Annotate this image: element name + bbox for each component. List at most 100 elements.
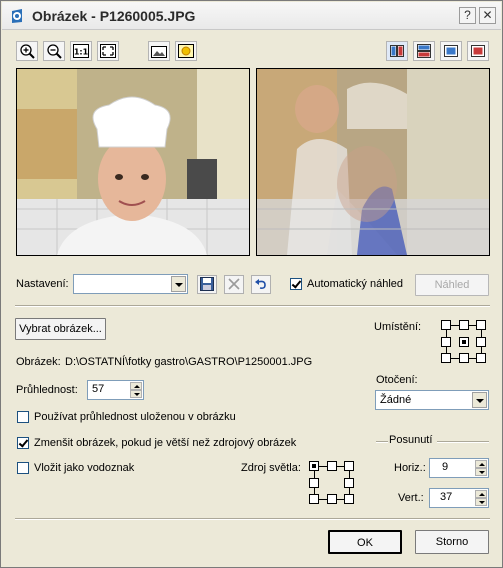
- shrink-image-label: Zmenšit obrázek, pokud je větší než zdro…: [34, 437, 297, 449]
- place-bottom-left[interactable]: [441, 353, 451, 363]
- app-icon: [12, 9, 22, 23]
- overlay-photo: [257, 69, 489, 255]
- cancel-button[interactable]: Storno: [415, 530, 489, 554]
- transparency-label: Průhlednost:: [16, 384, 78, 396]
- undo-icon: [255, 279, 266, 289]
- top-bottom-view-button[interactable]: [413, 41, 435, 61]
- delete-icon: [228, 278, 240, 290]
- zoom-in-icon: [20, 44, 35, 59]
- offset-group-label: Posunutí: [389, 434, 433, 446]
- place-left[interactable]: [441, 337, 451, 347]
- help-button[interactable]: ?: [459, 7, 476, 24]
- place-center[interactable]: [459, 337, 469, 347]
- spin-down-icon[interactable]: [475, 498, 487, 506]
- placement-grid[interactable]: [441, 320, 488, 365]
- horiz-spinner-arrows: [475, 460, 487, 476]
- save-icon: [200, 277, 214, 291]
- vert-spinner[interactable]: 37: [429, 488, 489, 508]
- zoom-out-button[interactable]: [43, 41, 65, 61]
- side-by-side-view-icon: [390, 45, 404, 57]
- chevron-down-icon[interactable]: [472, 392, 487, 408]
- separator-bottom: [15, 518, 490, 520]
- offset-group-line-right: [437, 441, 489, 443]
- spin-up-icon[interactable]: [475, 490, 487, 498]
- light-source-grid[interactable]: [309, 461, 356, 506]
- light-top[interactable]: [327, 461, 337, 471]
- offset-group-line-left: [376, 441, 388, 443]
- use-saved-transparency-label: Používat průhlednost uloženou v obrázku: [34, 411, 236, 423]
- horiz-value[interactable]: 9: [442, 461, 448, 473]
- rotation-combo[interactable]: Žádné: [375, 390, 489, 410]
- chevron-down-icon[interactable]: [171, 276, 186, 292]
- insert-watermark-label: Vložit jako vodoznak: [34, 462, 135, 474]
- insert-watermark-checkbox[interactable]: [17, 462, 29, 474]
- light-top-left[interactable]: [309, 461, 319, 471]
- place-bottom[interactable]: [459, 353, 469, 363]
- top-bottom-view-icon: [417, 44, 431, 58]
- light-top-right[interactable]: [344, 461, 354, 471]
- zoom-in-button[interactable]: [16, 41, 38, 61]
- actual-size-button[interactable]: 1:1: [70, 41, 92, 61]
- light-bottom-left[interactable]: [309, 494, 319, 504]
- actual-size-text: 1:1: [74, 48, 89, 57]
- auto-preview-label: Automatický náhled: [307, 278, 403, 290]
- side-by-side-view-button[interactable]: [386, 41, 408, 61]
- image-dialog: Obrázek - P1260005.JPG ? ✕ 1:1 Nastavení…: [0, 0, 503, 568]
- source-only-view-button[interactable]: [440, 41, 462, 61]
- settings-combo[interactable]: [73, 274, 188, 294]
- fit-to-window-button[interactable]: [97, 41, 119, 61]
- settings-label: Nastavení:: [16, 278, 69, 290]
- ok-button[interactable]: OK: [328, 530, 402, 554]
- place-top-left[interactable]: [441, 320, 451, 330]
- result-only-view-button[interactable]: [467, 41, 489, 61]
- choose-image-button[interactable]: Vybrat obrázek...: [15, 318, 106, 340]
- source-only-view-icon: [444, 45, 458, 57]
- light-bottom-right[interactable]: [344, 494, 354, 504]
- image-icon: [151, 46, 167, 58]
- light-source-label: Zdroj světla:: [241, 462, 301, 474]
- light-bottom[interactable]: [327, 494, 337, 504]
- separator: [15, 305, 490, 307]
- title-bar[interactable]: Obrázek - P1260005.JPG ? ✕: [2, 2, 501, 30]
- place-top-right[interactable]: [476, 320, 486, 330]
- fit-to-window-icon: [100, 44, 116, 58]
- vert-spinner-arrows: [475, 490, 487, 506]
- window-title: Obrázek - P1260005.JPG: [32, 8, 196, 24]
- spin-down-icon[interactable]: [130, 390, 142, 398]
- horiz-spinner[interactable]: 9: [429, 458, 489, 478]
- spin-up-icon[interactable]: [130, 382, 142, 390]
- spinner-arrows: [130, 382, 142, 398]
- vert-value[interactable]: 37: [440, 491, 452, 503]
- place-top[interactable]: [459, 320, 469, 330]
- spin-down-icon[interactable]: [475, 468, 487, 476]
- undo-settings-button[interactable]: [251, 275, 271, 294]
- result-image-preview: [256, 68, 490, 256]
- close-button[interactable]: ✕: [479, 7, 496, 24]
- save-settings-button[interactable]: [197, 275, 217, 294]
- spin-up-icon[interactable]: [475, 460, 487, 468]
- image-button[interactable]: [148, 41, 170, 61]
- rotation-label: Otočení:: [376, 374, 418, 386]
- place-right[interactable]: [476, 337, 486, 347]
- shrink-image-checkbox[interactable]: [17, 437, 29, 449]
- actual-size-icon: 1:1: [73, 44, 89, 58]
- delete-settings-button[interactable]: [224, 275, 244, 294]
- light-right[interactable]: [344, 478, 354, 488]
- placement-label: Umístění:: [374, 321, 422, 333]
- preview-button[interactable]: Náhled: [415, 274, 489, 296]
- use-saved-transparency-checkbox[interactable]: [17, 411, 29, 423]
- brightness-button[interactable]: [175, 41, 197, 61]
- vert-label: Vert.:: [398, 492, 424, 504]
- place-bottom-right[interactable]: [476, 353, 486, 363]
- brightness-icon: [178, 44, 194, 58]
- transparency-spinner[interactable]: 57: [87, 380, 144, 400]
- chef-photo: [17, 69, 249, 255]
- image-path-value: D:\OSTATNÍ\fotky gastro\GASTRO\P1250001.…: [65, 356, 313, 368]
- auto-preview-checkbox[interactable]: [290, 278, 302, 290]
- horiz-label: Horiz.:: [394, 462, 426, 474]
- light-left[interactable]: [309, 478, 319, 488]
- image-path-label: Obrázek:: [16, 356, 61, 368]
- zoom-out-icon: [47, 44, 62, 59]
- rotation-value: Žádné: [380, 394, 412, 406]
- transparency-value[interactable]: 57: [92, 383, 104, 395]
